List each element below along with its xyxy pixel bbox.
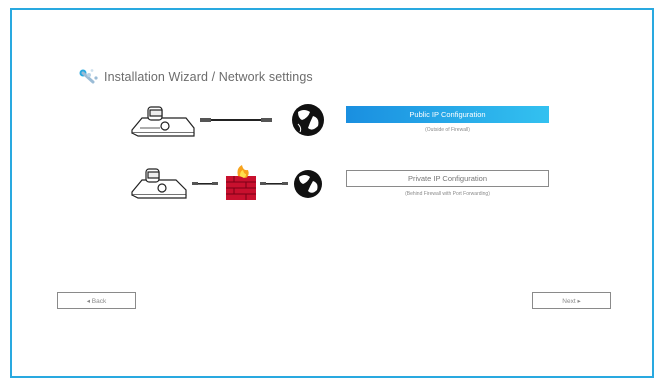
globe-icon — [294, 170, 322, 198]
page-title: Installation Wizard / Network settings — [104, 70, 313, 84]
cable-icon — [260, 182, 288, 185]
private-diagram — [131, 165, 322, 200]
wizard-icon — [79, 69, 98, 84]
private-ip-note: (Behind Firewall with Port Forwarding) — [405, 191, 490, 197]
camera-icon — [131, 106, 195, 137]
camera-icon — [131, 168, 187, 199]
private-ip-config-button[interactable]: Private IP Configuration — [346, 170, 549, 187]
public-ip-config-button[interactable]: Public IP Configuration — [346, 106, 549, 123]
cable-icon — [200, 118, 272, 122]
public-diagram — [131, 104, 324, 137]
public-ip-note: (Outside of Firewall) — [425, 127, 470, 133]
globe-icon — [292, 104, 324, 136]
wizard-frame — [10, 8, 654, 378]
next-button[interactable]: Next ▸ — [532, 292, 611, 309]
cable-icon — [192, 182, 218, 185]
wizard-header: Installation Wizard / Network settings — [77, 67, 313, 87]
back-button[interactable]: ◂ Back — [57, 292, 136, 309]
firewall-icon — [226, 165, 256, 200]
